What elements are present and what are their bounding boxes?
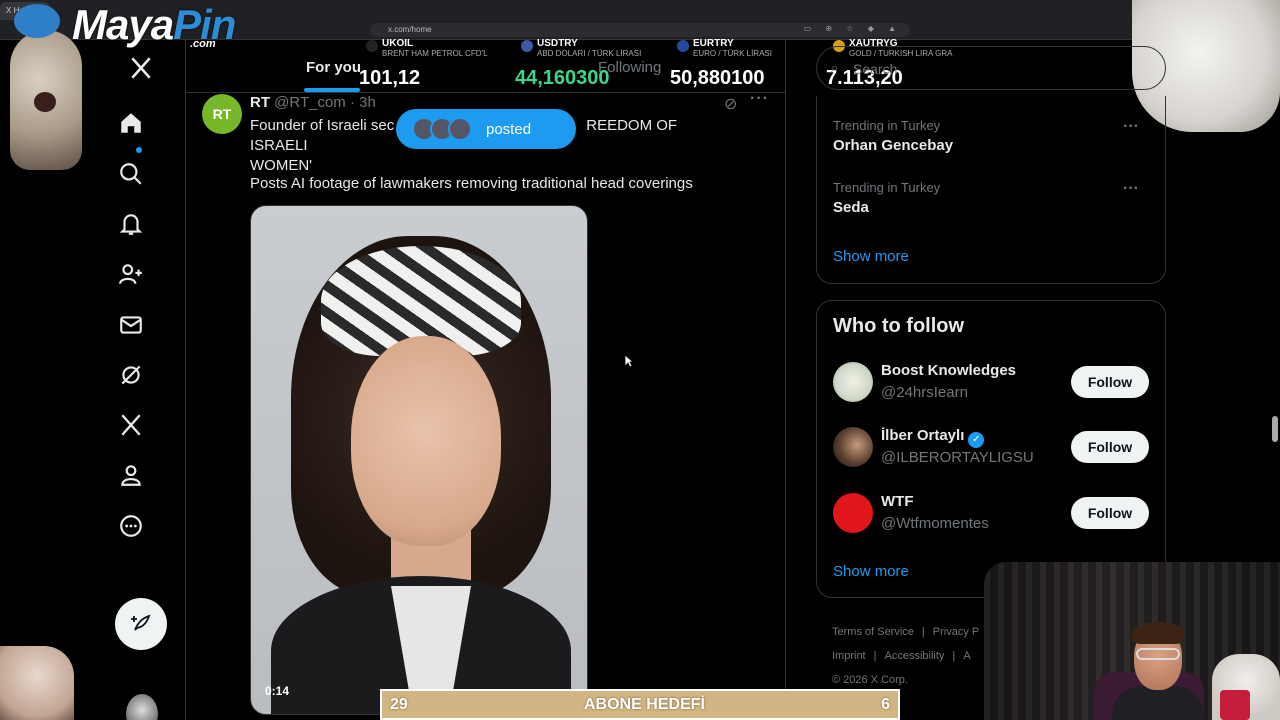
- search-icon: ⌕: [831, 60, 839, 75]
- follow-button[interactable]: Follow: [1071, 431, 1149, 463]
- tweet-text-line2: Posts AI footage of lawmakers removing t…: [250, 175, 693, 192]
- follow-suggestion[interactable]: İlber Ortaylı ✓ @ILBERORTAYLIGSU Follow: [833, 427, 1153, 471]
- premium-x-icon[interactable]: [116, 410, 146, 440]
- imprint-link[interactable]: Imprint: [832, 650, 866, 662]
- tweet-header: RT @RT_com · 3h: [250, 94, 376, 111]
- posted-label: posted: [486, 120, 532, 138]
- footer-links: Terms of Service | Privacy P Imprint | Acces…: [832, 620, 979, 692]
- more-circle-icon[interactable]: [116, 511, 146, 541]
- follow-suggestion[interactable]: Boost Knowledges @24hrsIearn Follow: [833, 362, 1153, 406]
- trend-more-icon[interactable]: ···: [1123, 180, 1139, 198]
- tab-for-you[interactable]: For you: [306, 59, 361, 76]
- accessibility-link[interactable]: Accessibility: [884, 650, 944, 662]
- goal-remaining: 6: [881, 695, 890, 713]
- goal-current: 29: [390, 695, 408, 713]
- tab-active-indicator: [304, 88, 360, 92]
- search-placeholder: Search: [853, 61, 898, 77]
- pill-avatar: [448, 117, 472, 141]
- ticker-eurtry-value: 50,880100: [670, 67, 765, 89]
- follow-button[interactable]: Follow: [1071, 497, 1149, 529]
- goal-label: ABONE HEDEFİ: [583, 695, 705, 713]
- avatar[interactable]: [833, 493, 873, 533]
- ticker-usdtry-value: 44,160300: [515, 67, 610, 89]
- avatar[interactable]: [833, 427, 873, 467]
- more-footer-link[interactable]: A: [963, 650, 970, 662]
- logo-cat-badge: [14, 4, 60, 38]
- search-input[interactable]: ⌕ Search: [816, 46, 1166, 90]
- feather-plus-icon: [131, 614, 151, 631]
- video-duration: 0:14: [265, 684, 290, 698]
- ticker-ukoil-value: 101,12: [359, 67, 421, 89]
- us-flag-icon: [521, 40, 533, 52]
- follow-suggestion[interactable]: WTF @Wtfmomentes Follow: [833, 493, 1153, 537]
- webcam-overlay: [984, 562, 1280, 720]
- cat-paw-overlay-image: [0, 646, 74, 720]
- bell-icon[interactable]: [116, 209, 146, 239]
- trends-panel: Trending in Turkey Orhan Gencebay ··· Tr…: [816, 96, 1166, 284]
- eu-flag-icon: [677, 40, 689, 52]
- account-avatar[interactable]: [126, 694, 158, 720]
- who-to-follow-title: Who to follow: [833, 315, 965, 337]
- follow-button[interactable]: Follow: [1071, 366, 1149, 398]
- tweet-author-name[interactable]: RT: [250, 94, 270, 111]
- url-action-icons[interactable]: ▭ ⊕ ☆ ◆ ▲: [804, 24, 902, 33]
- oil-drop-icon: [366, 40, 378, 52]
- url-field[interactable]: x.com/home ▭ ⊕ ☆ ◆ ▲: [370, 23, 910, 37]
- subscriber-goal-bar: 29 ABONE HEDEFİ 6: [380, 689, 900, 720]
- mouse-cursor-icon: [624, 354, 634, 368]
- home-icon[interactable]: [116, 108, 146, 138]
- x-logo-icon[interactable]: [126, 53, 156, 83]
- follow-icon[interactable]: [116, 259, 146, 289]
- trend-more-icon[interactable]: ···: [1123, 118, 1139, 136]
- avatar[interactable]: [833, 362, 873, 402]
- page-scrollbar[interactable]: [1272, 416, 1278, 442]
- left-sidebar-nav: [0, 40, 186, 720]
- home-notification-dot: [136, 147, 142, 153]
- mail-icon[interactable]: [116, 310, 146, 340]
- privacy-link[interactable]: Privacy P: [933, 626, 979, 638]
- who-to-follow-panel: Who to follow Boost Knowledges @24hrsIea…: [816, 300, 1166, 598]
- who-to-follow-show-more-link[interactable]: Show more: [833, 563, 909, 580]
- url-text: x.com/home: [388, 25, 432, 34]
- post-button[interactable]: [115, 598, 167, 650]
- profile-icon[interactable]: [116, 460, 146, 490]
- verified-badge-icon: ✓: [968, 432, 985, 448]
- search-icon[interactable]: [116, 159, 146, 189]
- terms-link[interactable]: Terms of Service: [832, 626, 914, 638]
- grok-icon[interactable]: [116, 360, 146, 390]
- tweet-video[interactable]: 0:14: [250, 205, 588, 715]
- rt-avatar[interactable]: RT: [202, 94, 242, 134]
- trend-item[interactable]: Trending in Turkey Seda: [833, 180, 940, 216]
- trend-item[interactable]: Trending in Turkey Orhan Gencebay: [833, 118, 953, 154]
- trends-show-more-link[interactable]: Show more: [833, 248, 909, 265]
